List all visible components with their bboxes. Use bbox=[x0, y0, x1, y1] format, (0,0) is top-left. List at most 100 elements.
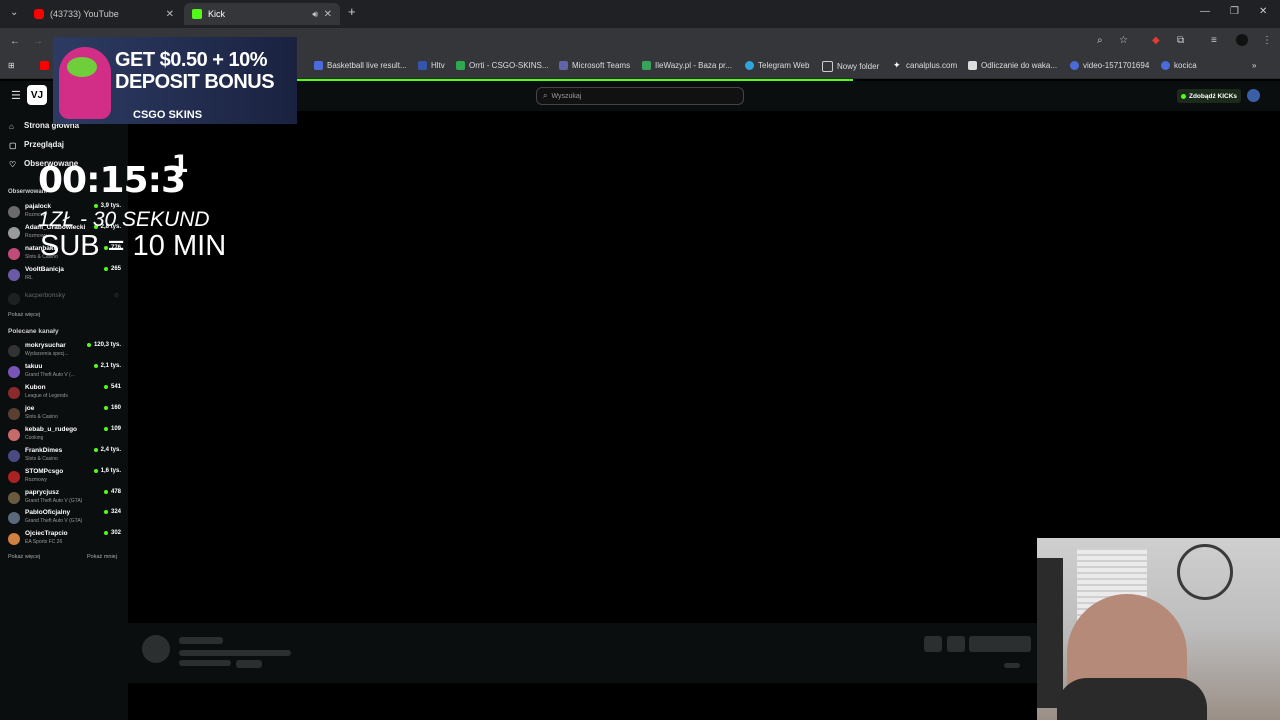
offline-icon: ⊘ bbox=[113, 293, 119, 299]
tab-bar: ⌄ (43733) YouTube ✕ Kick 🔊︎ ✕ + — ❐ ✕ bbox=[0, 0, 1280, 28]
close-icon[interactable]: ✕ bbox=[166, 9, 174, 20]
avatar bbox=[8, 248, 20, 260]
bookmark-item[interactable]: Orrti - CSGO-SKINS... bbox=[456, 61, 549, 70]
avatar bbox=[8, 227, 20, 239]
bookmark-item[interactable]: Hltv bbox=[418, 61, 445, 70]
viewer-count: 2,4 tys. bbox=[94, 447, 121, 453]
avatar bbox=[8, 206, 20, 218]
bookmark-favicon bbox=[642, 61, 651, 70]
skeleton-line bbox=[179, 637, 223, 644]
sidebar-channel[interactable]: PabloOficjalny Grand Theft Auto V (GTA) 32… bbox=[8, 509, 121, 529]
channel-name: joe bbox=[25, 405, 35, 412]
tab-youtube[interactable]: (43733) YouTube ✕ bbox=[26, 3, 182, 25]
avatar bbox=[8, 450, 20, 462]
nav-browse[interactable]: ▢ Przeglądaj bbox=[9, 140, 64, 150]
profile-icon[interactable] bbox=[1236, 34, 1248, 46]
bookmark-item[interactable]: ✦ canalplus.com bbox=[893, 61, 957, 71]
punching-bag bbox=[1037, 558, 1063, 708]
kicks-icon bbox=[1180, 93, 1186, 99]
bookmark-item[interactable]: IleWazy.pl - Baza pr... bbox=[642, 61, 732, 70]
bookmark-item[interactable]: kocica bbox=[1161, 61, 1197, 70]
channel-category: Rozmowy bbox=[25, 477, 47, 483]
channel-category: Grand Theft Auto V (GTA) bbox=[25, 498, 83, 504]
close-icon[interactable]: ✕ bbox=[324, 9, 332, 20]
sidebar-channel-offline[interactable]: kacperbonsky ⊘ bbox=[8, 290, 121, 310]
csgo-skins-ad-overlay: GET $0.50 + 10% DEPOSIT BONUS CSGO SKINS bbox=[53, 37, 297, 124]
sidebar-channel[interactable]: VooltBanicja IRL 265 bbox=[8, 266, 121, 286]
bookmark-item[interactable]: video-1571701694 bbox=[1070, 61, 1149, 70]
sidebar-channel[interactable]: paprycjusz Grand Theft Auto V (GTA) 478 bbox=[8, 489, 121, 509]
tab-search-chevron-icon[interactable]: ⌄ bbox=[10, 7, 18, 18]
show-more-followed[interactable]: Pokaż więcej bbox=[8, 312, 40, 318]
avatar bbox=[8, 345, 20, 357]
menu-icon[interactable]: ⋮ bbox=[1262, 35, 1272, 46]
bookmark-star-icon[interactable]: ☆ bbox=[1119, 35, 1128, 46]
extensions-icon[interactable]: ⧉ bbox=[1177, 35, 1184, 46]
streamer-shirt bbox=[1057, 678, 1207, 720]
bookmark-item[interactable]: Basketball live result... bbox=[314, 61, 407, 70]
sub-rule: SUB = 10 MIN bbox=[40, 230, 227, 262]
sidebar-channel[interactable]: joe Slots & Casino 160 bbox=[8, 405, 121, 425]
sidebar-channel[interactable]: takuu Grand Theft Auto V (... 2,1 tys. bbox=[8, 363, 121, 383]
viewer-count: 478 bbox=[104, 489, 121, 495]
restore-icon[interactable]: ❐ bbox=[1230, 6, 1239, 17]
youtube-bookmark-icon[interactable] bbox=[40, 61, 53, 70]
user-avatar[interactable] bbox=[1247, 89, 1260, 102]
bookmark-item[interactable]: Telegram Web bbox=[745, 61, 809, 70]
channel-name: PabloOficjalny bbox=[25, 509, 71, 516]
channel-name: kacperbonsky bbox=[25, 292, 66, 299]
more-bookmarks-icon[interactable]: » bbox=[1252, 61, 1256, 70]
skeleton-line bbox=[236, 660, 262, 668]
sidebar-channel[interactable]: STOMPcsgo Rozmowy 1,6 tys. bbox=[8, 468, 121, 488]
skeleton-line bbox=[1004, 663, 1020, 668]
subathon-timer: 00:15:3 bbox=[38, 160, 186, 201]
bookmark-favicon bbox=[418, 61, 427, 70]
speaker-icon[interactable]: 🔊︎ bbox=[312, 9, 318, 20]
bookmark-folder[interactable]: Nowy folder bbox=[822, 61, 879, 72]
tab-kick[interactable]: Kick 🔊︎ ✕ bbox=[184, 3, 340, 25]
back-icon[interactable]: ← bbox=[10, 36, 20, 47]
search-icon: ⌕ bbox=[543, 91, 548, 100]
forward-icon[interactable]: → bbox=[33, 36, 43, 47]
get-kicks-button[interactable]: Zdobądź KICKs bbox=[1177, 89, 1241, 103]
youtube-icon bbox=[34, 9, 44, 19]
viewer-count: 109 bbox=[104, 426, 121, 432]
show-more-recommended[interactable]: Pokaż więcej bbox=[8, 554, 40, 560]
sidebar-channel[interactable]: kebab_u_rudego Cooking 109 bbox=[8, 426, 121, 446]
sidebar-channel[interactable]: FrankDimes Slots & Casino 2,4 tys. bbox=[8, 447, 121, 467]
hamburger-menu-icon[interactable]: ☰ bbox=[11, 89, 21, 102]
avatar bbox=[8, 408, 20, 420]
skeleton-button bbox=[947, 636, 965, 652]
vj-logo[interactable]: VJ bbox=[27, 85, 47, 105]
window-close-icon[interactable]: ✕ bbox=[1259, 6, 1267, 17]
bookmark-label: Basketball live result... bbox=[327, 61, 407, 70]
show-less-recommended[interactable]: Pokaż mniej bbox=[87, 554, 117, 560]
bookmark-item[interactable]: Odliczanie do waka... bbox=[968, 61, 1057, 70]
media-icon[interactable]: ≡ bbox=[1211, 35, 1217, 46]
channel-name: kebab_u_rudego bbox=[25, 426, 78, 433]
avatar bbox=[8, 269, 20, 281]
timer-rolling-digit: 1 bbox=[172, 150, 189, 178]
sidebar-channel[interactable]: OjciecTrapcio EA Sports FC 26 302 bbox=[8, 530, 121, 550]
get-kicks-label: Zdobądź KICKs bbox=[1188, 92, 1238, 100]
viewer-count: 1,6 tys. bbox=[94, 468, 121, 474]
sidebar-channel[interactable]: Kubon League of Legends 541 bbox=[8, 384, 121, 404]
channel-category: Slots & Casino bbox=[25, 456, 58, 462]
donation-rule: 1ZŁ - 30 SEKUND bbox=[38, 208, 210, 231]
new-tab-icon[interactable]: + bbox=[348, 4, 356, 19]
extension-red-icon[interactable]: ◆ bbox=[1152, 35, 1160, 46]
sidebar-channel[interactable]: mokrysuchar Wydarzenia specj... 120,3 tys. bbox=[8, 342, 121, 362]
minimize-icon[interactable]: — bbox=[1200, 6, 1210, 17]
recommended-header: Polecane kanały bbox=[8, 328, 59, 335]
channel-name: mokrysuchar bbox=[25, 342, 66, 349]
apps-icon[interactable]: ⊞ bbox=[8, 61, 15, 70]
search-input[interactable]: ⌕ Wyszukaj bbox=[536, 87, 744, 105]
channel-name: Kubon bbox=[25, 384, 46, 391]
search-placeholder: Wyszukaj bbox=[551, 92, 582, 100]
channel-category: Grand Theft Auto V (GTA) bbox=[25, 518, 83, 524]
bookmark-item[interactable]: Microsoft Teams bbox=[559, 61, 630, 70]
bookmark-label: video-1571701694 bbox=[1083, 61, 1150, 70]
ad-mascot-face bbox=[67, 57, 97, 77]
channel-category: Cooking bbox=[25, 435, 44, 441]
zoom-icon[interactable]: ⌕ bbox=[1097, 35, 1103, 46]
